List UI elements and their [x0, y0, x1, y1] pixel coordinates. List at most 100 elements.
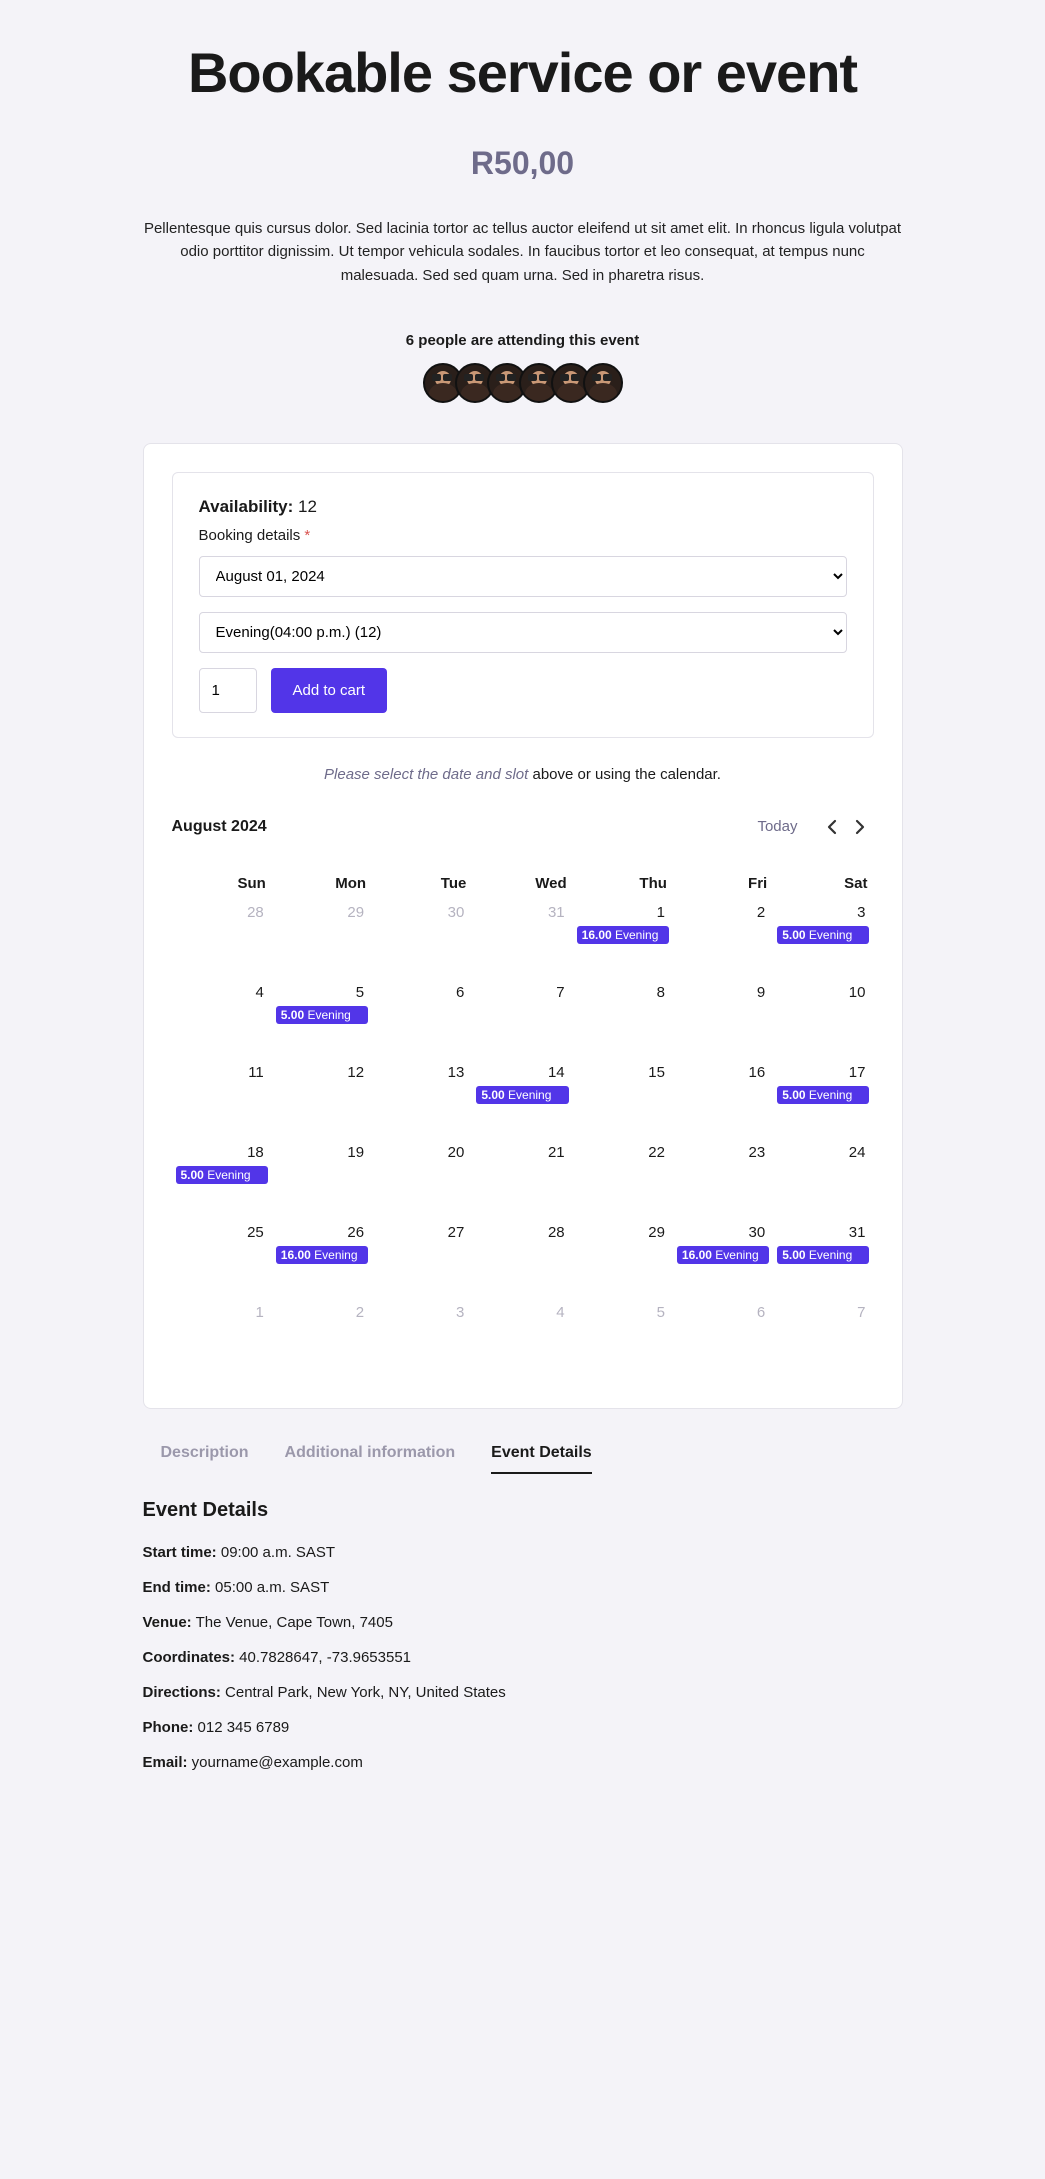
detail-email: Email: yourname@example.com: [143, 1754, 903, 1771]
availability-value: 12: [298, 497, 317, 516]
avatar-row: [143, 363, 903, 403]
calendar-day: 3: [372, 1300, 472, 1380]
calendar-day[interactable]: 21: [472, 1140, 572, 1220]
calendar-event-chip[interactable]: 5.00 Evening: [777, 926, 869, 944]
calendar-day: 1: [172, 1300, 272, 1380]
day-number: 16: [677, 1062, 769, 1083]
calendar-day[interactable]: 10: [773, 980, 873, 1060]
page-title: Bookable service or event: [143, 40, 903, 105]
calendar-day[interactable]: 2616.00 Evening: [272, 1220, 372, 1300]
calendar-day: 28: [172, 900, 272, 980]
day-number: 10: [777, 982, 869, 1003]
day-number: 5: [577, 1302, 669, 1323]
dow-header: Wed: [472, 871, 572, 900]
calendar-day[interactable]: 16: [673, 1060, 773, 1140]
day-number: 6: [376, 982, 468, 1003]
calendar-day[interactable]: 315.00 Evening: [773, 1220, 873, 1300]
day-number: 21: [476, 1142, 568, 1163]
calendar-day[interactable]: 12: [272, 1060, 372, 1140]
next-month-button[interactable]: [846, 813, 874, 841]
calendar-day[interactable]: 4: [172, 980, 272, 1060]
day-number: 9: [677, 982, 769, 1003]
calendar-day[interactable]: 22: [573, 1140, 673, 1220]
calendar-day[interactable]: 11: [172, 1060, 272, 1140]
calendar-day[interactable]: 3016.00 Evening: [673, 1220, 773, 1300]
calendar-day[interactable]: 6: [372, 980, 472, 1060]
day-number: 1: [577, 902, 669, 923]
quantity-input[interactable]: [199, 668, 257, 713]
calendar-day: 2: [272, 1300, 372, 1380]
calendar-event-chip[interactable]: 5.00 Evening: [777, 1086, 869, 1104]
description-text: Pellentesque quis cursus dolor. Sed laci…: [143, 217, 903, 287]
prev-month-button[interactable]: [818, 813, 846, 841]
day-number: 8: [577, 982, 669, 1003]
today-button[interactable]: Today: [757, 818, 797, 835]
price: R50,00: [143, 145, 903, 182]
calendar-day[interactable]: 55.00 Evening: [272, 980, 372, 1060]
calendar-day[interactable]: 18 5.00 Evening: [172, 1140, 272, 1220]
calendar-day[interactable]: 13: [372, 1060, 472, 1140]
tab-additional-information[interactable]: Additional information: [285, 1444, 456, 1474]
dow-header: Sat: [773, 871, 873, 900]
calendar-day[interactable]: 9: [673, 980, 773, 1060]
avatar: [583, 363, 623, 403]
calendar-day[interactable]: 20: [372, 1140, 472, 1220]
calendar-day: 5: [573, 1300, 673, 1380]
calendar-day[interactable]: 175.00 Evening: [773, 1060, 873, 1140]
calendar-day[interactable]: 27: [372, 1220, 472, 1300]
calendar-event-chip[interactable]: 5.00 Evening: [176, 1166, 268, 1184]
day-number: 30: [376, 902, 468, 923]
calendar-event-chip[interactable]: 16.00 Evening: [577, 926, 669, 944]
detail-phone: Phone: 012 345 6789: [143, 1719, 903, 1736]
day-number: 7: [476, 982, 568, 1003]
calendar-event-chip[interactable]: 16.00 Evening: [677, 1246, 769, 1264]
date-select[interactable]: August 01, 2024: [199, 556, 847, 597]
calendar-day: 6: [673, 1300, 773, 1380]
calendar-day: 7: [773, 1300, 873, 1380]
calendar-day[interactable]: 1 16.00 Evening: [573, 900, 673, 980]
dow-header: Thu: [573, 871, 673, 900]
day-number: 2: [276, 1302, 368, 1323]
tab-event-details[interactable]: Event Details: [491, 1444, 591, 1474]
tab-description[interactable]: Description: [161, 1444, 249, 1474]
calendar-day: 31: [472, 900, 572, 980]
day-number: 4: [476, 1302, 568, 1323]
dow-header: Tue: [372, 871, 472, 900]
calendar-day[interactable]: 14 5.00 Evening: [472, 1060, 572, 1140]
calendar-day[interactable]: 29: [573, 1220, 673, 1300]
day-number: 22: [577, 1142, 669, 1163]
dow-header: Sun: [172, 871, 272, 900]
calendar-day[interactable]: 25: [172, 1220, 272, 1300]
day-number: 7: [777, 1302, 869, 1323]
slot-select[interactable]: Evening(04:00 p.m.) (12): [199, 612, 847, 653]
availability-label: Availability:: [199, 497, 294, 516]
day-number: 23: [677, 1142, 769, 1163]
day-number: 3: [376, 1302, 468, 1323]
calendar-event-chip[interactable]: 16.00 Evening: [276, 1246, 368, 1264]
detail-directions: Directions: Central Park, New York, NY, …: [143, 1684, 903, 1701]
calendar-day[interactable]: 28: [472, 1220, 572, 1300]
day-number: 1: [176, 1302, 268, 1323]
booking-card: Availability: 12 Booking details * Augus…: [143, 443, 903, 1409]
calendar-day[interactable]: 8: [573, 980, 673, 1060]
attending-label: 6 people are attending this event: [143, 332, 903, 349]
calendar-event-chip[interactable]: 5.00 Evening: [276, 1006, 368, 1024]
calendar-event-chip[interactable]: 5.00 Evening: [476, 1086, 568, 1104]
day-number: 15: [577, 1062, 669, 1083]
calendar-day[interactable]: 19: [272, 1140, 372, 1220]
tabs: Description Additional information Event…: [143, 1444, 903, 1474]
day-number: 19: [276, 1142, 368, 1163]
calendar-day[interactable]: 7: [472, 980, 572, 1060]
calendar-day[interactable]: 23: [673, 1140, 773, 1220]
day-number: 18: [176, 1142, 268, 1163]
calendar-day[interactable]: 2: [673, 900, 773, 980]
day-number: 14: [476, 1062, 568, 1083]
calendar-day[interactable]: 35.00 Evening: [773, 900, 873, 980]
calendar-event-chip[interactable]: 5.00 Evening: [777, 1246, 869, 1264]
add-to-cart-button[interactable]: Add to cart: [271, 668, 388, 713]
day-number: 4: [176, 982, 268, 1003]
calendar-day[interactable]: 24: [773, 1140, 873, 1220]
day-number: 25: [176, 1222, 268, 1243]
detail-start-time: Start time: 09:00 a.m. SAST: [143, 1544, 903, 1561]
calendar-day[interactable]: 15: [573, 1060, 673, 1140]
